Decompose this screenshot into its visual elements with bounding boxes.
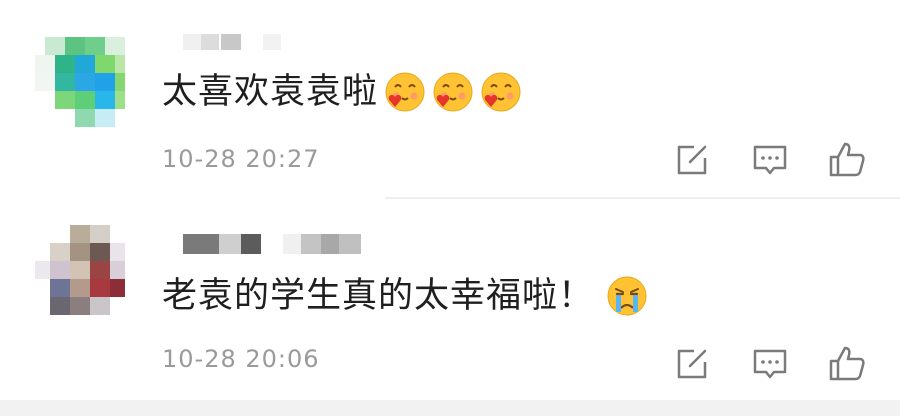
- reply-button[interactable]: [750, 344, 790, 384]
- heart-kiss-emoji: [480, 71, 522, 113]
- comment-text-content: 老袁的学生真的太幸福啦！: [162, 276, 595, 316]
- avatar[interactable]: [30, 32, 130, 132]
- like-button[interactable]: [827, 344, 867, 384]
- edit-button[interactable]: [672, 140, 712, 180]
- heart-kiss-emoji: [384, 71, 426, 113]
- comment-text: 老袁的学生真的太幸福啦！: [162, 270, 648, 322]
- comment-actions: [670, 140, 870, 180]
- author-name[interactable]: [183, 30, 403, 54]
- like-button[interactable]: [827, 140, 867, 180]
- reply-icon: [753, 145, 787, 175]
- author-name[interactable]: [183, 232, 403, 256]
- edit-button[interactable]: [672, 344, 712, 384]
- comment-text-content: 太喜欢袁袁啦: [162, 72, 379, 112]
- edit-icon: [677, 349, 707, 379]
- heart-kiss-emoji: [432, 71, 474, 113]
- comment-text: 太喜欢袁袁啦: [162, 66, 522, 118]
- reply-icon: [753, 349, 787, 379]
- like-icon: [829, 142, 865, 177]
- reply-button[interactable]: [750, 140, 790, 180]
- edit-icon: [677, 145, 707, 175]
- comment-timestamp: 10-28 20:06: [162, 345, 320, 373]
- divider: [385, 197, 900, 199]
- comment-item: 老袁的学生真的太幸福啦！ 10-28 20:06: [0, 200, 900, 400]
- section-footer: [0, 400, 900, 416]
- like-icon: [829, 346, 865, 381]
- comment-item: 太喜欢袁袁啦 10-28 20:27: [0, 0, 900, 200]
- avatar[interactable]: [30, 225, 130, 325]
- crying-emoji: [606, 275, 648, 317]
- comment-timestamp: 10-28 20:27: [162, 145, 320, 173]
- comment-actions: [670, 344, 870, 384]
